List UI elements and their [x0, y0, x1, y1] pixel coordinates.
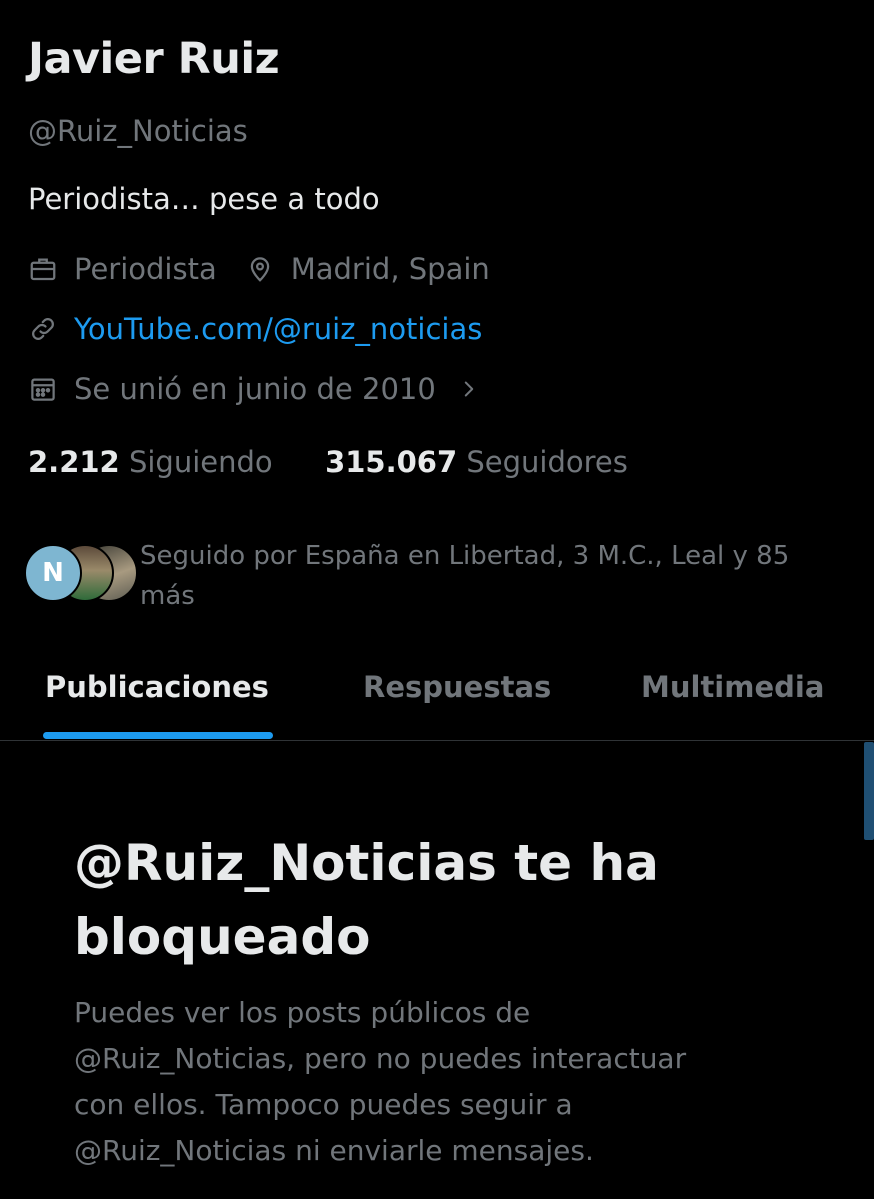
profile-handle: @Ruiz_Noticias [28, 114, 248, 148]
profile-name: Javier Ruiz [28, 34, 280, 84]
avatar: N [24, 544, 82, 602]
followers-link[interactable]: 315.067 Seguidores [325, 445, 628, 479]
chevron-right-icon[interactable] [458, 376, 480, 402]
briefcase-icon [28, 254, 58, 284]
following-count: 2.212 [28, 445, 120, 479]
blocked-title: @Ruiz_Noticias te ha bloqueado [74, 834, 659, 966]
tab-publicaciones[interactable]: Publicaciones [45, 670, 269, 704]
followers-label: Seguidores [466, 445, 628, 479]
followed-by-text: Seguido por España en Libertad, 3 M.C., … [140, 541, 790, 611]
profile-bio: Periodista… pese a todo [28, 182, 380, 216]
following-label: Siguiendo [128, 445, 273, 479]
active-tab-indicator [43, 732, 273, 739]
scrollbar[interactable] [864, 742, 874, 840]
profession-label: Periodista [74, 252, 217, 286]
location-label: Madrid, Spain [290, 252, 490, 286]
avatar-letter: N [42, 558, 64, 588]
link-icon [28, 314, 58, 344]
profile-meta-row: Periodista Madrid, Spain [28, 252, 490, 286]
joined-row[interactable]: Se unió en junio de 2010 [28, 372, 480, 406]
following-link[interactable]: 2.212 Siguiendo [28, 445, 273, 479]
followed-by[interactable]: N Seguido por España en Libertad, 3 M.C.… [24, 536, 844, 616]
website-row[interactable]: YouTube.com/@ruiz_noticias [28, 312, 482, 346]
tab-respuestas[interactable]: Respuestas [363, 670, 551, 704]
follow-stats: 2.212 Siguiendo 315.067 Seguidores [28, 445, 628, 479]
followers-count: 315.067 [325, 445, 458, 479]
website-link[interactable]: YouTube.com/@ruiz_noticias [74, 312, 482, 346]
blocked-message: Puedes ver los posts públicos de @Ruiz_N… [74, 996, 687, 1167]
joined-label: Se unió en junio de 2010 [74, 372, 436, 406]
follower-avatars: N [24, 544, 138, 602]
location-pin-icon [245, 254, 275, 284]
profile-tabs: Publicaciones Respuestas Multimedia [0, 640, 874, 741]
calendar-icon [28, 374, 58, 404]
tab-multimedia[interactable]: Multimedia [641, 670, 824, 704]
